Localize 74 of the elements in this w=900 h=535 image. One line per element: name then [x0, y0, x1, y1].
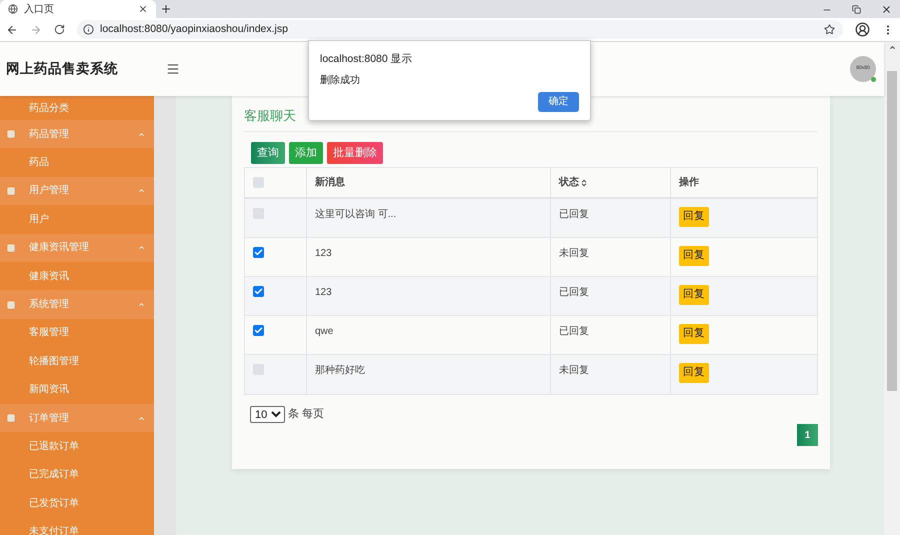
table-cell: 已回复 — [559, 287, 589, 298]
checkbox[interactable] — [253, 325, 264, 336]
profile-icon[interactable] — [855, 22, 870, 37]
reload-icon[interactable] — [54, 24, 65, 35]
sidebar-group[interactable]: 用户管理 — [0, 176, 154, 206]
sidebar-item[interactable]: 已发货订单 — [0, 489, 154, 518]
close-icon[interactable] — [138, 4, 148, 14]
table-cell: 已回复 — [559, 326, 589, 337]
caret-icon — [138, 414, 145, 422]
sidebar-group[interactable]: 系统管理 — [0, 290, 154, 319]
checkbox[interactable] — [253, 177, 264, 188]
back-icon[interactable] — [6, 24, 18, 36]
sidebar-item[interactable]: 轮播图管理 — [0, 347, 154, 376]
address-bar[interactable]: localhost:8080/yaopinxiaoshou/index.jsp — [77, 20, 843, 39]
sidebar-item[interactable]: 客服管理 — [0, 318, 154, 348]
table-cell: 已回复 — [559, 209, 589, 220]
page-size-label: 条 每页 — [288, 407, 324, 422]
browser-tab[interactable]: 入口页 — [0, 0, 156, 18]
column-header[interactable]: 状态 — [559, 175, 579, 190]
column-header: 新消息 — [315, 175, 345, 190]
batch-delete-button[interactable]: 批量删除 — [327, 142, 383, 164]
sidebar-item[interactable]: 药品 — [0, 148, 154, 177]
close-icon[interactable] — [881, 4, 892, 15]
caret-icon — [138, 244, 145, 252]
table-cell: 那种药好吃 — [315, 365, 365, 376]
sidebar-item[interactable]: 用户 — [0, 205, 154, 234]
card-title: 客服聊天 — [244, 108, 296, 123]
caret-icon — [138, 187, 145, 194]
checkbox[interactable] — [253, 247, 264, 258]
table-cell: 这里可以咨询 可... — [315, 209, 396, 220]
sidebar-item[interactable]: 新闻资讯 — [0, 376, 154, 404]
reply-button[interactable]: 回复 — [679, 246, 709, 266]
sidebar-item[interactable]: 健康资讯 — [0, 262, 154, 290]
new-tab-icon[interactable] — [160, 3, 172, 15]
scroll-up-icon[interactable] — [888, 44, 896, 51]
globe-icon — [8, 4, 18, 14]
app-title: 网上药品售卖系统 — [6, 60, 119, 78]
grid-icon — [7, 186, 15, 195]
caret-icon — [138, 130, 145, 138]
sidebar-item[interactable]: 已完成订单 — [0, 460, 154, 490]
caret-icon — [138, 301, 145, 308]
dialog-title: localhost:8080 显示 — [320, 52, 414, 67]
reply-button[interactable]: 回复 — [679, 285, 709, 305]
star-icon[interactable] — [824, 24, 835, 35]
ok-button[interactable]: 确定 — [538, 92, 579, 112]
info-icon — [83, 24, 94, 35]
sidebar-group[interactable]: 药品管理 — [0, 120, 154, 148]
menu-icon[interactable] — [166, 62, 180, 76]
grid-icon — [7, 300, 15, 309]
sort-icon[interactable] — [580, 178, 588, 186]
reply-button[interactable]: 回复 — [679, 363, 709, 383]
page-button[interactable]: 1 — [797, 424, 818, 446]
grid-icon — [7, 130, 15, 138]
query-button[interactable]: 查询 — [251, 142, 285, 164]
add-button[interactable]: 添加 — [289, 142, 323, 164]
table-cell: qwe — [315, 326, 334, 337]
page-size-select[interactable]: 10 — [250, 406, 285, 423]
grid-icon — [7, 244, 15, 252]
table-cell: 未回复 — [559, 248, 589, 259]
reply-button[interactable]: 回复 — [679, 324, 709, 344]
column-header: 操作 — [679, 176, 699, 190]
dialog-message: 删除成功 — [320, 74, 361, 88]
sidebar-item[interactable]: 药品分类 — [0, 96, 154, 120]
table-cell: 123 — [315, 287, 332, 298]
restore-icon[interactable] — [852, 5, 861, 14]
table-cell: 未回复 — [559, 365, 589, 376]
grid-icon — [7, 414, 15, 422]
sidebar-item[interactable]: 已退款订单 — [0, 432, 154, 461]
sidebar-group[interactable]: 健康资讯管理 — [0, 234, 154, 262]
sidebar-group[interactable]: 订单管理 — [0, 404, 154, 432]
checkbox[interactable] — [253, 286, 264, 297]
table-cell: 123 — [315, 248, 332, 259]
reply-button[interactable]: 回复 — [679, 207, 709, 227]
scrollbar-thumb[interactable] — [887, 71, 897, 391]
